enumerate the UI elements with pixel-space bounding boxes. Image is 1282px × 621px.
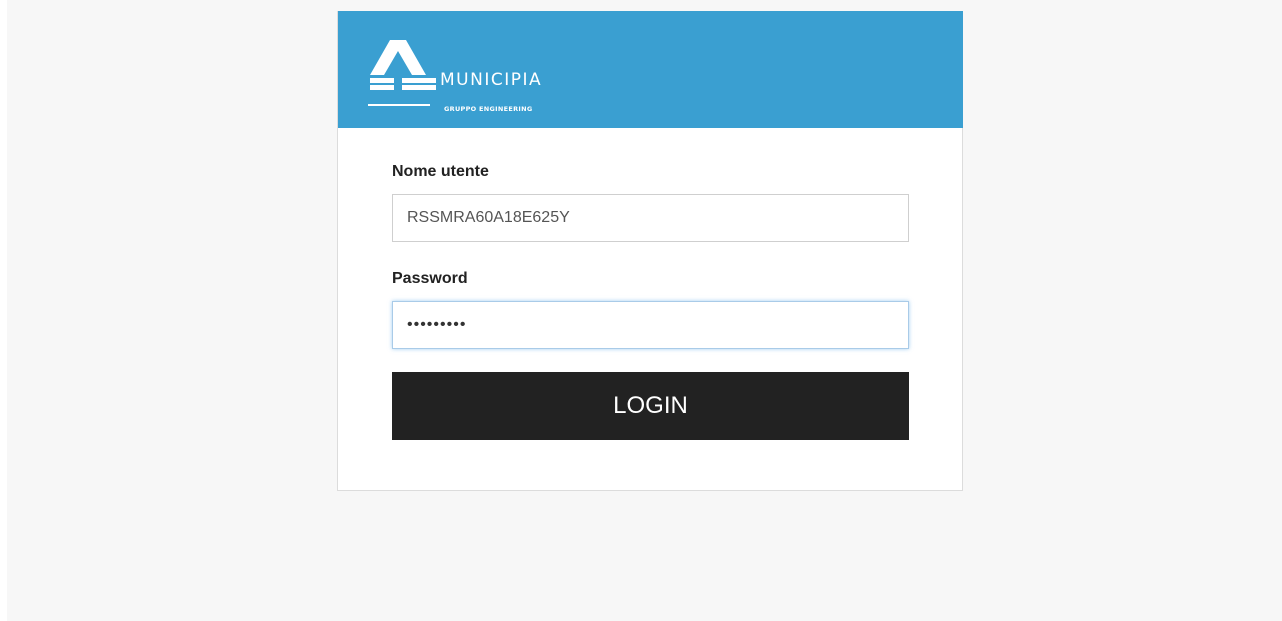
password-input[interactable] bbox=[392, 301, 909, 349]
username-input[interactable] bbox=[392, 194, 909, 242]
username-label: Nome utente bbox=[392, 163, 489, 180]
password-label: Password bbox=[392, 270, 468, 287]
municipia-logo-icon bbox=[368, 40, 436, 106]
brand-logo: MUNICIPIA GRUPPO ENGINEERING bbox=[368, 37, 588, 117]
card-header: MUNICIPIA GRUPPO ENGINEERING bbox=[338, 11, 963, 128]
login-button[interactable]: LOGIN bbox=[392, 372, 909, 440]
login-card: MUNICIPIA GRUPPO ENGINEERING Nome utente… bbox=[337, 11, 963, 491]
brand-subtitle: GRUPPO ENGINEERING bbox=[444, 105, 533, 113]
brand-name: MUNICIPIA bbox=[440, 70, 543, 90]
